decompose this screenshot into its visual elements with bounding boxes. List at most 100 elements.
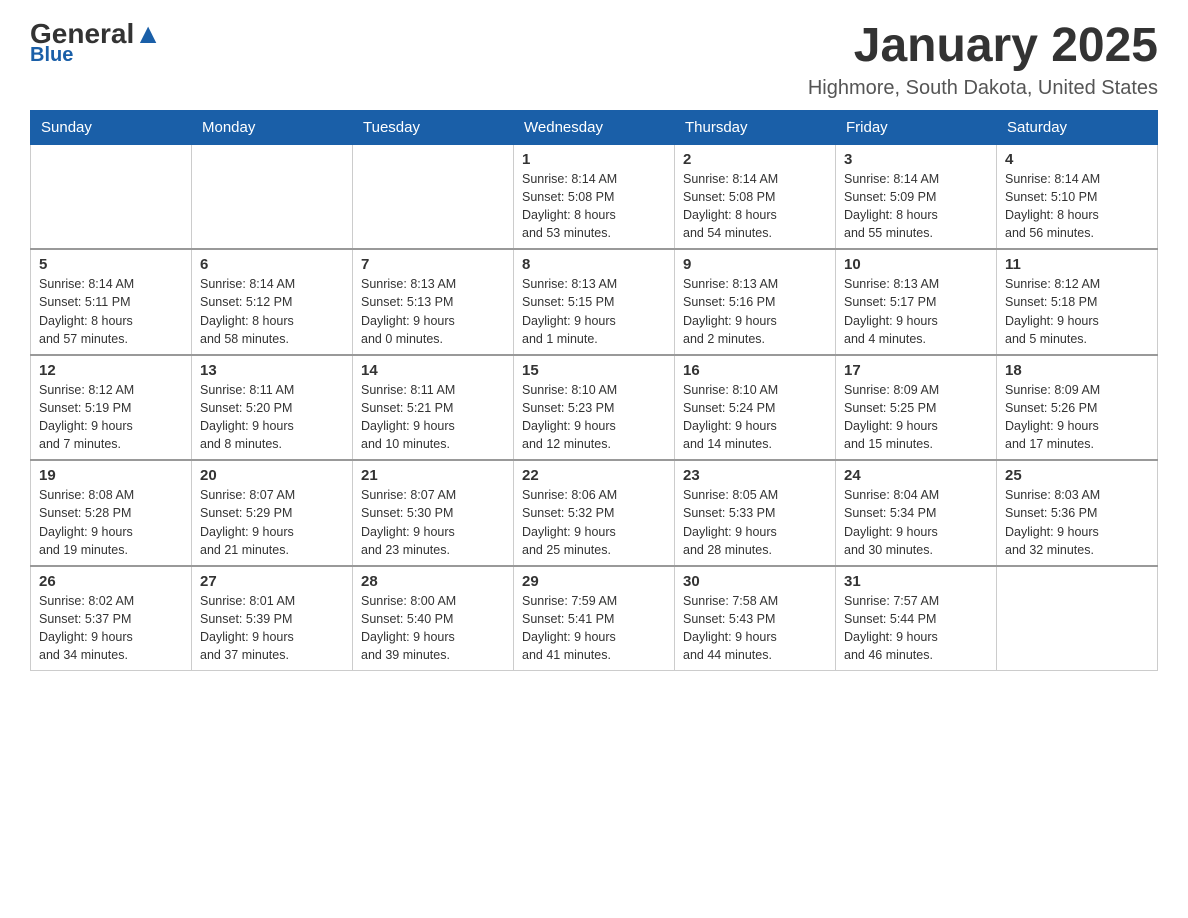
day-sun-info: Sunrise: 8:12 AMSunset: 5:19 PMDaylight:… (39, 381, 183, 454)
day-sun-info: Sunrise: 8:13 AMSunset: 5:17 PMDaylight:… (844, 275, 988, 348)
calendar-cell: 29 Sunrise: 7:59 AMSunset: 5:41 PMDayligh… (514, 566, 675, 671)
day-number: 19 (39, 467, 183, 484)
calendar-cell (31, 144, 192, 249)
day-sun-info: Sunrise: 8:00 AMSunset: 5:40 PMDaylight:… (361, 592, 505, 665)
day-number: 21 (361, 467, 505, 484)
calendar-cell: 23 Sunrise: 8:05 AMSunset: 5:33 PMDayligh… (675, 460, 836, 566)
day-number: 28 (361, 573, 505, 590)
calendar-cell: 3 Sunrise: 8:14 AMSunset: 5:09 PMDaylight… (836, 144, 997, 249)
day-sun-info: Sunrise: 8:03 AMSunset: 5:36 PMDaylight:… (1005, 486, 1149, 559)
day-sun-info: Sunrise: 8:04 AMSunset: 5:34 PMDaylight:… (844, 486, 988, 559)
calendar-cell: 26Sunrise: 8:02 AMSunset: 5:37 PMDayligh… (31, 566, 192, 671)
calendar-cell: 2Sunrise: 8:14 AMSunset: 5:08 PMDaylight… (675, 144, 836, 249)
calendar-cell: 27 Sunrise: 8:01 AMSunset: 5:39 PMDayligh… (192, 566, 353, 671)
day-number: 31 (844, 573, 988, 590)
day-number: 16 (683, 362, 827, 379)
logo-triangle-icon: ▲ (134, 18, 162, 49)
day-sun-info: Sunrise: 8:06 AMSunset: 5:32 PMDaylight:… (522, 486, 666, 559)
calendar-week-row: 26Sunrise: 8:02 AMSunset: 5:37 PMDayligh… (31, 566, 1158, 671)
calendar-cell: 15 Sunrise: 8:10 AMSunset: 5:23 PMDayligh… (514, 355, 675, 461)
day-sun-info: Sunrise: 8:14 AMSunset: 5:08 PMDaylight:… (522, 170, 666, 243)
day-header-wednesday: Wednesday (514, 110, 675, 144)
day-sun-info: Sunrise: 8:08 AMSunset: 5:28 PMDaylight:… (39, 486, 183, 559)
day-sun-info: Sunrise: 8:13 AMSunset: 5:16 PMDaylight:… (683, 275, 827, 348)
day-sun-info: Sunrise: 8:11 AMSunset: 5:21 PMDaylight:… (361, 381, 505, 454)
calendar-header-row: SundayMondayTuesdayWednesdayThursdayFrid… (31, 110, 1158, 144)
calendar-week-row: 12 Sunrise: 8:12 AMSunset: 5:19 PMDayligh… (31, 355, 1158, 461)
day-sun-info: Sunrise: 8:12 AMSunset: 5:18 PMDaylight:… (1005, 275, 1149, 348)
day-number: 23 (683, 467, 827, 484)
calendar-week-row: 19 Sunrise: 8:08 AMSunset: 5:28 PMDayligh… (31, 460, 1158, 566)
day-number: 27 (200, 573, 344, 590)
day-sun-info: Sunrise: 8:13 AMSunset: 5:13 PMDaylight:… (361, 275, 505, 348)
day-header-saturday: Saturday (997, 110, 1158, 144)
day-number: 7 (361, 256, 505, 273)
day-sun-info: Sunrise: 8:02 AMSunset: 5:37 PMDaylight:… (39, 592, 183, 665)
calendar-cell: 12 Sunrise: 8:12 AMSunset: 5:19 PMDayligh… (31, 355, 192, 461)
day-header-thursday: Thursday (675, 110, 836, 144)
day-number: 22 (522, 467, 666, 484)
day-number: 11 (1005, 256, 1149, 273)
day-header-sunday: Sunday (31, 110, 192, 144)
day-sun-info: Sunrise: 8:10 AMSunset: 5:23 PMDaylight:… (522, 381, 666, 454)
day-number: 24 (844, 467, 988, 484)
calendar-cell: 30 Sunrise: 7:58 AMSunset: 5:43 PMDayligh… (675, 566, 836, 671)
page-title: January 2025 (808, 20, 1158, 73)
calendar-cell: 18Sunrise: 8:09 AMSunset: 5:26 PMDayligh… (997, 355, 1158, 461)
day-sun-info: Sunrise: 8:10 AMSunset: 5:24 PMDaylight:… (683, 381, 827, 454)
calendar-cell (997, 566, 1158, 671)
day-number: 4 (1005, 151, 1149, 168)
calendar-cell: 10 Sunrise: 8:13 AMSunset: 5:17 PMDayligh… (836, 249, 997, 355)
day-number: 10 (844, 256, 988, 273)
day-sun-info: Sunrise: 7:57 AMSunset: 5:44 PMDaylight:… (844, 592, 988, 665)
calendar-cell: 1Sunrise: 8:14 AMSunset: 5:08 PMDaylight… (514, 144, 675, 249)
calendar-cell: 17Sunrise: 8:09 AMSunset: 5:25 PMDayligh… (836, 355, 997, 461)
logo-blue-text: Blue (30, 44, 73, 67)
calendar-cell (353, 144, 514, 249)
calendar-table: SundayMondayTuesdayWednesdayThursdayFrid… (30, 110, 1158, 672)
day-number: 25 (1005, 467, 1149, 484)
day-sun-info: Sunrise: 7:58 AMSunset: 5:43 PMDaylight:… (683, 592, 827, 665)
calendar-cell: 8Sunrise: 8:13 AMSunset: 5:15 PMDaylight… (514, 249, 675, 355)
calendar-cell: 20Sunrise: 8:07 AMSunset: 5:29 PMDayligh… (192, 460, 353, 566)
calendar-cell: 16 Sunrise: 8:10 AMSunset: 5:24 PMDayligh… (675, 355, 836, 461)
calendar-cell: 14Sunrise: 8:11 AMSunset: 5:21 PMDayligh… (353, 355, 514, 461)
calendar-cell: 24 Sunrise: 8:04 AMSunset: 5:34 PMDayligh… (836, 460, 997, 566)
day-sun-info: Sunrise: 8:07 AMSunset: 5:30 PMDaylight:… (361, 486, 505, 559)
day-number: 13 (200, 362, 344, 379)
day-sun-info: Sunrise: 8:13 AMSunset: 5:15 PMDaylight:… (522, 275, 666, 348)
calendar-cell: 28 Sunrise: 8:00 AMSunset: 5:40 PMDayligh… (353, 566, 514, 671)
day-header-tuesday: Tuesday (353, 110, 514, 144)
title-block: January 2025 Highmore, South Dakota, Uni… (808, 20, 1158, 100)
calendar-week-row: 1Sunrise: 8:14 AMSunset: 5:08 PMDaylight… (31, 144, 1158, 249)
day-number: 29 (522, 573, 666, 590)
calendar-cell: 19 Sunrise: 8:08 AMSunset: 5:28 PMDayligh… (31, 460, 192, 566)
day-number: 30 (683, 573, 827, 590)
day-sun-info: Sunrise: 8:09 AMSunset: 5:26 PMDaylight:… (1005, 381, 1149, 454)
calendar-cell: 4Sunrise: 8:14 AMSunset: 5:10 PMDaylight… (997, 144, 1158, 249)
day-sun-info: Sunrise: 8:05 AMSunset: 5:33 PMDaylight:… (683, 486, 827, 559)
day-number: 9 (683, 256, 827, 273)
calendar-week-row: 5 Sunrise: 8:14 AMSunset: 5:11 PMDaylight… (31, 249, 1158, 355)
day-number: 3 (844, 151, 988, 168)
day-number: 17 (844, 362, 988, 379)
day-number: 5 (39, 256, 183, 273)
day-sun-info: Sunrise: 8:01 AMSunset: 5:39 PMDaylight:… (200, 592, 344, 665)
calendar-cell: 7 Sunrise: 8:13 AMSunset: 5:13 PMDaylight… (353, 249, 514, 355)
day-number: 15 (522, 362, 666, 379)
calendar-cell (192, 144, 353, 249)
day-sun-info: Sunrise: 8:14 AMSunset: 5:11 PMDaylight:… (39, 275, 183, 348)
day-number: 12 (39, 362, 183, 379)
day-number: 20 (200, 467, 344, 484)
day-number: 6 (200, 256, 344, 273)
day-sun-info: Sunrise: 8:14 AMSunset: 5:12 PMDaylight:… (200, 275, 344, 348)
day-sun-info: Sunrise: 8:14 AMSunset: 5:09 PMDaylight:… (844, 170, 988, 243)
page-header: General▲ Blue January 2025 Highmore, Sou… (30, 20, 1158, 100)
day-sun-info: Sunrise: 7:59 AMSunset: 5:41 PMDaylight:… (522, 592, 666, 665)
logo: General▲ Blue (30, 20, 162, 67)
day-sun-info: Sunrise: 8:11 AMSunset: 5:20 PMDaylight:… (200, 381, 344, 454)
calendar-cell: 22 Sunrise: 8:06 AMSunset: 5:32 PMDayligh… (514, 460, 675, 566)
calendar-cell: 13 Sunrise: 8:11 AMSunset: 5:20 PMDayligh… (192, 355, 353, 461)
page-subtitle: Highmore, South Dakota, United States (808, 77, 1158, 100)
day-header-friday: Friday (836, 110, 997, 144)
